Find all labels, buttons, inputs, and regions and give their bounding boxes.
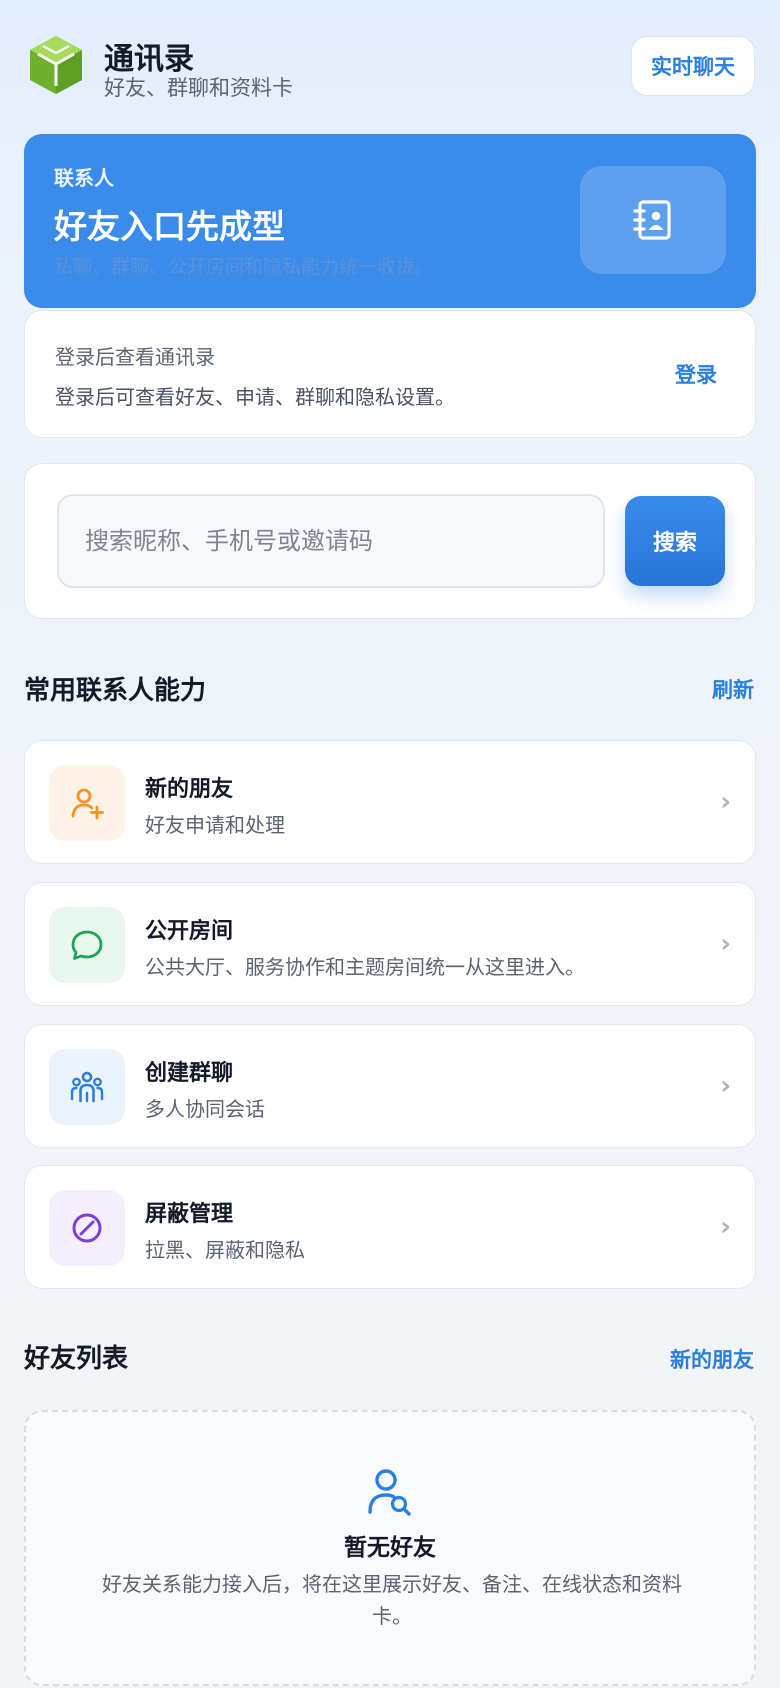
chevron-right-icon: ›	[720, 1212, 731, 1242]
friends-empty-state: 暂无好友 好友关系能力接入后，将在这里展示好友、备注、在线状态和资料卡。	[24, 1410, 756, 1686]
page-subtitle: 好友、群聊和资料卡	[104, 76, 293, 100]
login-prompt-title: 登录后查看通讯录	[55, 345, 215, 369]
user-search-icon	[366, 1468, 414, 1518]
empty-state-description: 好友关系能力接入后，将在这里展示好友、备注、在线状态和资料卡。	[102, 1572, 682, 1628]
group-icon	[49, 1049, 125, 1125]
add-user-icon	[49, 765, 125, 841]
search-input[interactable]	[57, 494, 605, 588]
chevron-right-icon: ›	[720, 929, 731, 959]
feature-description: 多人协同会话	[145, 1097, 265, 1121]
search-card: 搜索	[24, 463, 756, 619]
chat-bubble-icon	[49, 907, 125, 983]
hero-label: 联系人	[54, 166, 114, 190]
realtime-chat-button[interactable]: 实时聊天	[631, 36, 755, 96]
feature-new-friends[interactable]: 新的朋友 好友申请和处理 ›	[24, 740, 756, 864]
chevron-right-icon: ›	[720, 787, 731, 817]
common-contacts-section-title: 常用联系人能力	[24, 676, 207, 706]
search-button[interactable]: 搜索	[625, 496, 725, 586]
feature-title: 公开房间	[145, 919, 234, 944]
refresh-link[interactable]: 刷新	[712, 674, 754, 704]
feature-title: 屏蔽管理	[145, 1202, 234, 1227]
app-header: 通讯录 好友、群聊和资料卡 实时聊天	[0, 0, 780, 130]
login-prompt-card: 登录后查看通讯录 登录后可查看好友、申请、群聊和隐私设置。 登录	[24, 310, 756, 438]
hero-description: 私聊、群聊、公开房间和隐私能力统一收拢。	[54, 256, 435, 278]
friends-list-section-title: 好友列表	[24, 1344, 129, 1374]
login-link[interactable]: 登录	[675, 359, 717, 389]
new-friends-link[interactable]: 新的朋友	[670, 1344, 754, 1374]
login-prompt-description: 登录后可查看好友、申请、群聊和隐私设置。	[55, 385, 455, 409]
block-icon	[49, 1190, 125, 1266]
feature-description: 公共大厅、服务协作和主题房间统一从这里进入。	[145, 955, 585, 979]
hero-title: 好友入口先成型	[54, 207, 285, 246]
feature-description: 拉黑、屏蔽和隐私	[145, 1238, 305, 1262]
feature-public-rooms[interactable]: 公开房间 公共大厅、服务协作和主题房间统一从这里进入。 ›	[24, 882, 756, 1006]
empty-state-title: 暂无好友	[344, 1535, 436, 1561]
feature-description: 好友申请和处理	[145, 813, 285, 837]
chevron-right-icon: ›	[720, 1071, 731, 1101]
feature-title: 新的朋友	[145, 777, 234, 802]
feature-block-management[interactable]: 屏蔽管理 拉黑、屏蔽和隐私 ›	[24, 1165, 756, 1289]
contacts-hero-banner: 联系人 好友入口先成型 私聊、群聊、公开房间和隐私能力统一收拢。	[24, 134, 756, 308]
app-logo-icon	[26, 34, 86, 98]
feature-title: 创建群聊	[145, 1061, 234, 1086]
contact-book-icon	[580, 166, 726, 274]
feature-create-group[interactable]: 创建群聊 多人协同会话 ›	[24, 1024, 756, 1148]
